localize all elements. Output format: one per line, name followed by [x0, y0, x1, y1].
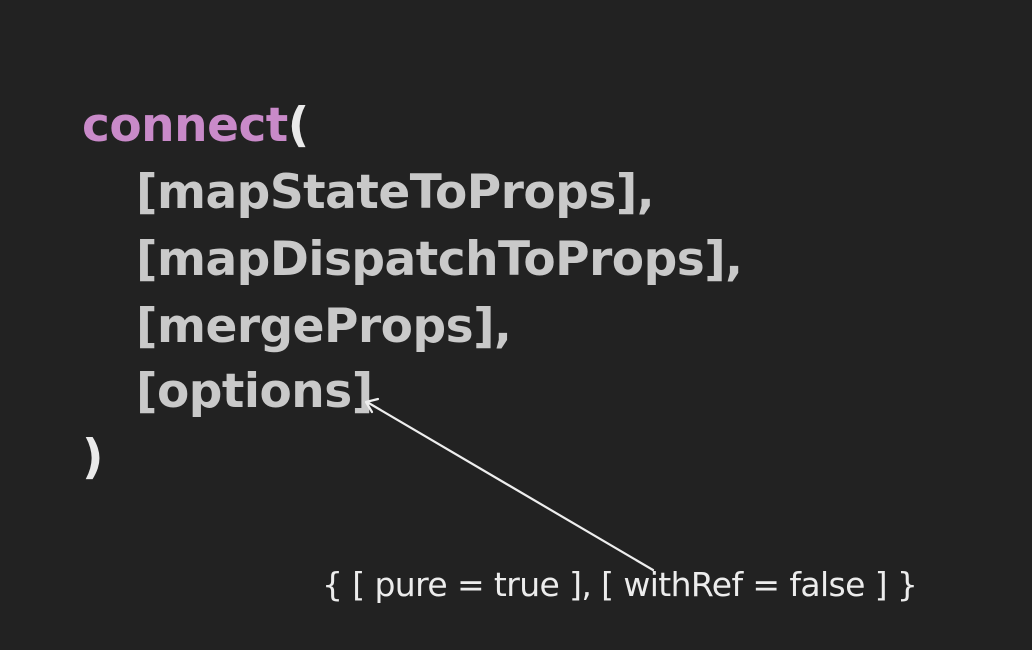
param-options: [options] — [136, 364, 373, 419]
options-annotation: { [ pure = true ], [ withRef = false ] } — [322, 565, 918, 604]
close-paren: ) — [82, 430, 103, 485]
connect-keyword: connect — [82, 98, 288, 153]
param-map-state-to-props: [mapStateToProps], — [136, 165, 655, 220]
slide: connect( [mapStateToProps], [mapDispatch… — [0, 0, 1032, 650]
param-map-dispatch-to-props: [mapDispatchToProps], — [136, 232, 743, 287]
open-paren: ( — [287, 98, 309, 153]
param-merge-props: [mergeProps], — [136, 299, 512, 354]
code-line-connect: connect( — [82, 98, 309, 154]
